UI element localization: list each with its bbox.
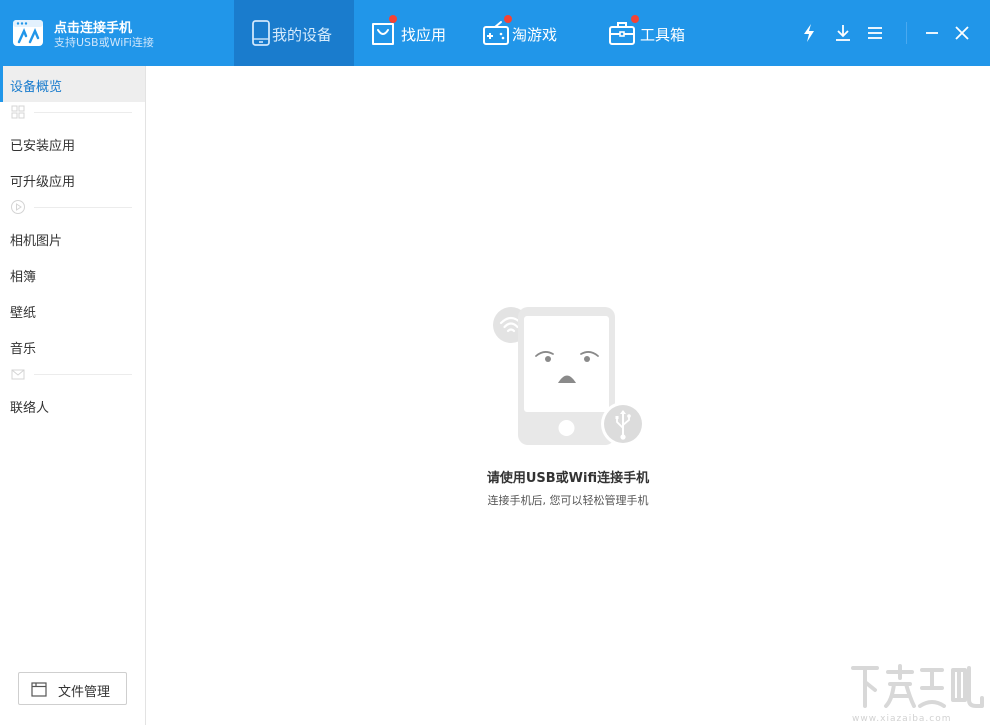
sidebar-item-device-overview[interactable]: 设备概览 bbox=[0, 66, 145, 102]
sidebar-item-contacts[interactable]: 联络人 bbox=[0, 387, 145, 423]
tab-label: 我的设备 bbox=[272, 26, 333, 44]
mail-icon bbox=[11, 369, 25, 380]
sidebar-item-label: 已安装应用 bbox=[10, 139, 76, 154]
sidebar-item-camera-photos[interactable]: 相机图片 bbox=[0, 220, 145, 256]
empty-state-title: 请使用USB或Wifi连接手机 bbox=[486, 471, 650, 486]
sidebar-item-installed-apps[interactable]: 已安装应用 bbox=[0, 125, 145, 161]
notification-badge bbox=[504, 15, 512, 23]
sidebar-item-label: 设备概览 bbox=[10, 80, 63, 95]
sidebar: 设备概览 已安装应用 可升级应用 相机图片 相簿 壁纸 音乐 联络人 文件管理 bbox=[0, 66, 146, 725]
watermark-logo: www.xiazaiba.com bbox=[851, 664, 984, 724]
sidebar-item-label: 联络人 bbox=[10, 401, 50, 416]
svg-text:www.xiazaiba.com: www.xiazaiba.com bbox=[852, 714, 952, 724]
apps-grid-icon bbox=[11, 105, 25, 119]
empty-state-subtitle: 连接手机后, 您可以轻松管理手机 bbox=[487, 494, 649, 507]
sidebar-item-label: 音乐 bbox=[10, 342, 37, 357]
title-bar: 点击连接手机 支持USB或WiFi连接 我的设备 找应用 淘游戏 工具箱 bbox=[0, 0, 990, 66]
brand-subtitle: 支持USB或WiFi连接 bbox=[54, 36, 154, 49]
tab-label: 找应用 bbox=[401, 26, 447, 44]
sidebar-item-upgradable-apps[interactable]: 可升级应用 bbox=[0, 161, 145, 197]
tab-my-devices[interactable]: 我的设备 bbox=[234, 0, 354, 66]
sidebar-item-wallpapers[interactable]: 壁纸 bbox=[0, 292, 145, 328]
section-divider-apps bbox=[10, 104, 132, 120]
notification-badge bbox=[631, 15, 639, 23]
file-manager-label: 文件管理 bbox=[58, 685, 111, 700]
section-divider-contacts bbox=[10, 366, 132, 382]
app-logo-icon bbox=[13, 20, 43, 46]
tab-find-apps[interactable]: 找应用 bbox=[354, 0, 464, 66]
device-overview-panel: 请使用USB或Wifi连接手机 连接手机后, 您可以轻松管理手机 bbox=[146, 66, 990, 725]
lightning-icon[interactable] bbox=[798, 22, 820, 44]
header-divider bbox=[906, 22, 907, 44]
sidebar-item-label: 可升级应用 bbox=[10, 175, 76, 190]
minimize-icon[interactable] bbox=[921, 22, 943, 44]
folder-icon bbox=[31, 682, 47, 697]
tab-label: 淘游戏 bbox=[512, 26, 558, 44]
tab-toolbox[interactable]: 工具箱 bbox=[600, 0, 710, 66]
menu-icon[interactable] bbox=[864, 22, 886, 44]
sidebar-item-music[interactable]: 音乐 bbox=[0, 328, 145, 364]
sidebar-item-label: 相机图片 bbox=[10, 234, 63, 249]
connect-phone-brand[interactable]: 点击连接手机 支持USB或WiFi连接 bbox=[0, 0, 234, 66]
close-icon[interactable] bbox=[951, 22, 973, 44]
sidebar-item-albums[interactable]: 相簿 bbox=[0, 256, 145, 292]
section-divider-media bbox=[10, 199, 132, 215]
play-circle-icon bbox=[11, 200, 25, 214]
notification-badge bbox=[389, 15, 397, 23]
tab-games[interactable]: 淘游戏 bbox=[474, 0, 584, 66]
sidebar-item-label: 相簿 bbox=[10, 270, 37, 285]
disconnected-phone-icon bbox=[493, 307, 645, 446]
tab-label: 工具箱 bbox=[640, 26, 686, 44]
download-icon[interactable] bbox=[832, 22, 854, 44]
file-manager-button[interactable]: 文件管理 bbox=[18, 672, 127, 705]
sidebar-item-label: 壁纸 bbox=[10, 306, 37, 321]
